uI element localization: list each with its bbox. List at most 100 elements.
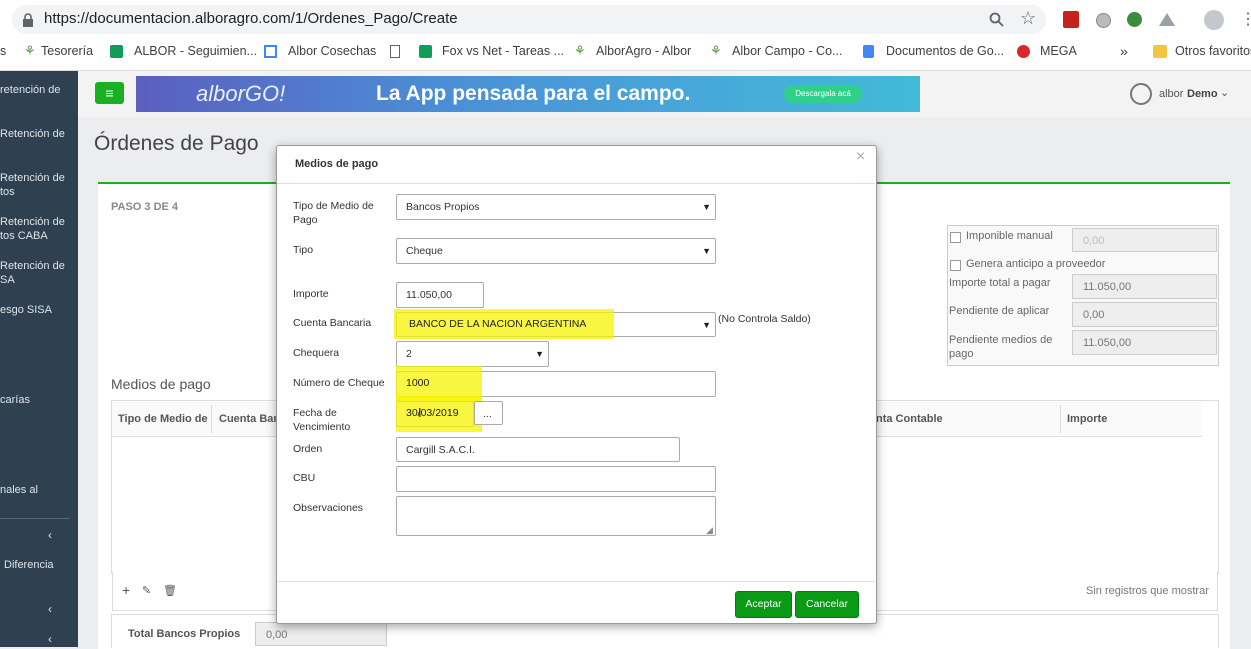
table-header-tipo[interactable]: Tipo de Medio de: [118, 413, 208, 425]
banner-text: La App pensada para el campo.: [376, 82, 691, 105]
fecha-vencimiento-value: 30/03/2019: [406, 407, 459, 419]
pdf-extension-icon[interactable]: [1063, 11, 1079, 28]
sheets-icon: [110, 45, 123, 58]
chequera-select[interactable]: 2: [396, 341, 549, 367]
pendiente-medios-value: 11.050,00: [1072, 330, 1217, 355]
column-divider: [1060, 405, 1061, 433]
sidebar-item-bancarias[interactable]: carías: [0, 393, 30, 407]
imponible-manual-input[interactable]: 0,00: [1072, 228, 1217, 252]
browser-menu-icon[interactable]: ⋮: [1240, 9, 1251, 29]
bookmark-documentos[interactable]: Documentos de Go...: [886, 44, 1004, 58]
numero-cheque-label: Número de Cheque: [293, 377, 385, 389]
orden-input[interactable]: Cargill S.A.C.I.: [396, 437, 680, 462]
sprout-icon: ⚘: [710, 43, 722, 58]
date-picker-button[interactable]: ...: [474, 401, 503, 425]
extension-icon[interactable]: [1096, 13, 1111, 28]
tipo-select[interactable]: Cheque: [396, 238, 716, 264]
chequera-label: Chequera: [293, 347, 340, 359]
table-header-importe[interactable]: Importe: [1067, 413, 1107, 425]
trash-icon[interactable]: 🗑: [163, 584, 177, 597]
bookmark-albor-cosechas[interactable]: Albor Cosechas: [288, 44, 376, 58]
chevron-down-icon[interactable]: ⌄: [1220, 86, 1229, 99]
lock-icon: [23, 13, 33, 27]
close-icon[interactable]: ×: [856, 148, 865, 166]
sidebar-item-retencion-3[interactable]: Retención de tos: [0, 171, 65, 199]
app-banner[interactable]: alborGO! La App pensada para el campo. D…: [136, 76, 920, 112]
docs-icon: [863, 45, 874, 58]
pendiente-aplicar-label: Pendiente de aplicar: [949, 305, 1050, 317]
sidebar-item-retencion-2[interactable]: Retención de: [0, 127, 65, 141]
user-avatar-icon[interactable]: [1130, 83, 1152, 105]
importe-input[interactable]: 11.050,00: [396, 282, 484, 308]
edit-icon[interactable]: ✎: [142, 584, 151, 597]
sidebar-item-retencion-caba[interactable]: Retención de tos CABA: [0, 215, 65, 243]
modal-title: Medios de pago: [295, 158, 379, 170]
zoom-icon[interactable]: [989, 12, 1004, 27]
drive-icon[interactable]: [1159, 13, 1175, 26]
cbu-input[interactable]: [396, 466, 716, 492]
step-indicator: PASO 3 DE 4: [111, 201, 179, 213]
importe-total-value: 11.050,00: [1072, 274, 1217, 299]
total-bancos-value: 0,00: [255, 622, 387, 646]
importe-total-label: Importe total a pagar: [949, 277, 1051, 289]
page-icon: [390, 45, 400, 58]
user-company[interactable]: Demo: [1187, 88, 1218, 100]
sidebar-item-retencion-sa[interactable]: Retención de SA: [0, 259, 65, 287]
banner-download-button[interactable]: Descargala acá: [784, 85, 862, 103]
page-title: Órdenes de Pago: [94, 132, 259, 155]
sidebar-item-nales[interactable]: nales al: [0, 483, 38, 497]
tipo-label: Tipo: [293, 244, 314, 256]
profile-avatar-icon[interactable]: [1204, 10, 1224, 30]
bookmark-tesoreria[interactable]: Tesorería: [41, 44, 93, 58]
accept-button[interactable]: Aceptar: [735, 591, 792, 618]
chevron-left-icon[interactable]: ‹: [48, 528, 52, 542]
bookmark-alboragro[interactable]: AlborAgro - Albor: [596, 44, 691, 58]
bookmark-albor-campo[interactable]: Albor Campo - Co...: [732, 44, 842, 58]
bookmark-mega[interactable]: MEGA: [1040, 44, 1077, 58]
bookmarks-overflow-button[interactable]: »: [1120, 43, 1128, 59]
add-icon[interactable]: +: [122, 582, 130, 598]
tipo-medio-select[interactable]: Bancos Propios: [396, 194, 716, 220]
tipo-value: Cheque: [406, 245, 443, 257]
cuenta-bancaria-value: BANCO DE LA NACION ARGENTINA: [409, 318, 587, 330]
imponible-manual-label: Imponible manual: [966, 230, 1053, 242]
pendiente-medios-label: Pendiente medios de pago: [949, 334, 1053, 360]
tipo-medio-label: Tipo de Medio de Pago: [293, 200, 374, 226]
hamburger-menu-button[interactable]: ≡: [95, 82, 124, 104]
table-header-cuenta-contable[interactable]: nta Contable: [876, 413, 943, 425]
sidebar-item-riesgo-sisa[interactable]: esgo SISA: [0, 303, 52, 317]
sidebar-item-retencion-1[interactable]: retención de: [0, 83, 61, 97]
bookmark-albor-seguimiento[interactable]: ALBOR - Seguimien...: [134, 44, 257, 58]
sprout-icon: ⚘: [24, 43, 36, 58]
tipo-medio-value: Bancos Propios: [406, 201, 480, 213]
genera-anticipo-checkbox[interactable]: [950, 260, 961, 271]
bookmark-fox-vs-net[interactable]: Fox vs Net - Tareas ...: [442, 44, 564, 58]
chevron-left-icon[interactable]: ‹: [48, 602, 52, 616]
folder-icon: [1153, 45, 1167, 58]
banner-logo: alborGO!: [196, 81, 286, 106]
sidebar-item-diferencia[interactable]: Diferencia: [4, 558, 54, 572]
user-name[interactable]: albor: [1159, 88, 1183, 100]
cbu-label: CBU: [293, 472, 316, 484]
resize-handle-icon[interactable]: ◢: [706, 525, 713, 536]
table-header-cuenta[interactable]: Cuenta Ban: [219, 413, 280, 425]
globe-extension-icon[interactable]: [1127, 12, 1142, 27]
orden-label: Orden: [293, 443, 323, 455]
bookmark-otros-favoritos[interactable]: Otros favoritos: [1175, 44, 1251, 58]
fecha-vencimiento-label: Fecha de Vencimiento: [293, 407, 351, 433]
chevron-left-icon[interactable]: ‹: [48, 632, 52, 646]
chequera-value: 2: [406, 348, 412, 360]
bookmark-s[interactable]: s: [0, 44, 6, 58]
mega-icon: [1017, 45, 1030, 58]
star-icon[interactable]: ☆: [1020, 8, 1036, 29]
importe-label: Importe: [293, 288, 329, 300]
sheets-icon: [419, 45, 432, 58]
imponible-manual-checkbox[interactable]: [950, 232, 961, 243]
window-icon: [264, 45, 277, 58]
medios-section-title: Medios de pago: [111, 376, 211, 392]
cancel-button[interactable]: Cancelar: [795, 591, 859, 618]
empty-table-message: Sin registros que mostrar: [1086, 585, 1209, 597]
observaciones-textarea[interactable]: [396, 496, 716, 536]
url-text[interactable]: https://documentacion.alboragro.com/1/Or…: [44, 10, 458, 27]
cuenta-bancaria-note: (No Controla Saldo): [718, 313, 811, 325]
